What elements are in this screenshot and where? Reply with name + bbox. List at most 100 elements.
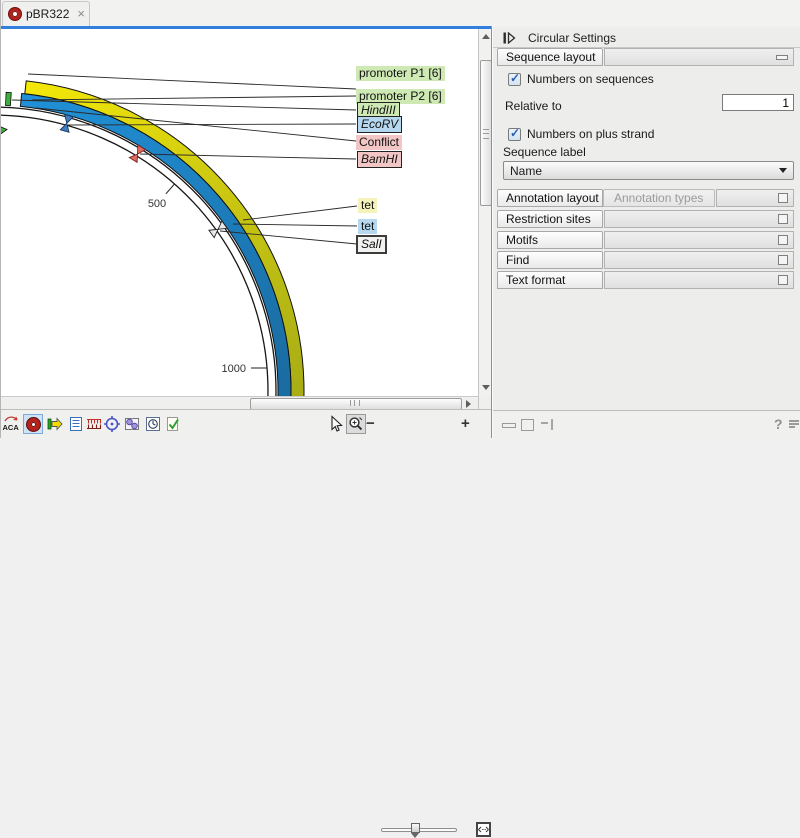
cursor-arrow-icon: [327, 415, 345, 433]
restriction-label-bamhi[interactable]: BamHI: [357, 151, 402, 168]
tab-close-icon[interactable]: ×: [77, 8, 85, 20]
pointer-tool-button[interactable]: [326, 414, 346, 434]
numbers-on-plus-strand-checkbox[interactable]: ✓: [508, 128, 521, 141]
numbers-on-sequences-checkbox[interactable]: ✓: [508, 73, 521, 86]
circular-view-button[interactable]: [23, 414, 43, 434]
dot-plot-icon: [123, 415, 141, 433]
sequence-label-dropdown[interactable]: Name: [503, 161, 794, 180]
magnifier-icon: [347, 415, 365, 433]
sequence-layout-header: Sequence layout: [497, 48, 794, 66]
expand-section-icon[interactable]: [778, 255, 788, 265]
scroll-down-button[interactable]: [481, 383, 490, 392]
expand-section-icon[interactable]: [778, 275, 788, 285]
sequence-label-value: Name: [510, 164, 779, 178]
restriction-sites-tab[interactable]: Restriction sites: [497, 210, 603, 228]
scroll-grip-icon: [350, 400, 360, 406]
restriction-map-button[interactable]: [84, 414, 104, 434]
circular-arrows-icon: [103, 415, 121, 433]
annotation-layout-tab[interactable]: Annotation layout: [497, 189, 603, 207]
tick-label-1000: 1000: [222, 363, 246, 375]
down-arrow-icon: [482, 385, 490, 390]
panel-menu-icon[interactable]: [789, 420, 799, 430]
annotation-table-button[interactable]: [45, 414, 65, 434]
text-format-tab[interactable]: Text format: [497, 271, 603, 289]
scrollbar-corner: [478, 396, 491, 409]
settings-panel: Circular Settings Sequence layout ✓ Numb…: [493, 28, 800, 410]
restore-panel-icon[interactable]: [521, 419, 534, 431]
expand-section-icon[interactable]: [778, 193, 788, 203]
circular-overview-button[interactable]: [102, 414, 122, 434]
annotation-label-tet-2[interactable]: tet: [358, 219, 377, 234]
tab-pbr322[interactable]: pBR322 ×: [2, 1, 90, 26]
scroll-up-button[interactable]: [481, 32, 490, 41]
annotation-label-promoter-p1[interactable]: promoter P1 [6]: [356, 66, 445, 81]
plasmid-icon: [9, 8, 21, 20]
settings-panel-header[interactable]: Circular Settings: [493, 28, 800, 48]
history-view-button[interactable]: [143, 414, 163, 434]
fit-width-button[interactable]: [476, 822, 491, 837]
view-toolbar: ACA: [0, 409, 491, 438]
right-arrow-icon: [466, 400, 471, 408]
collapse-section-icon[interactable]: [776, 55, 788, 60]
report-view-button[interactable]: [163, 414, 183, 434]
annotation-types-tab[interactable]: Annotation types: [603, 189, 715, 207]
expand-section-icon[interactable]: [778, 214, 788, 224]
tab-title: pBR322: [26, 7, 69, 21]
promoter-annotation-fragment[interactable]: [6, 92, 12, 106]
circular-view-canvas[interactable]: 500 1000 promoter P1 [6] promoter P2 [6]…: [0, 29, 478, 396]
dock-panel-icon[interactable]: [541, 419, 553, 430]
find-header: Find: [497, 251, 794, 269]
relative-to-label: Relative to: [505, 99, 562, 113]
checkmark-icon: ✓: [510, 126, 520, 140]
checkmark-icon: ✓: [510, 71, 520, 85]
restriction-label-sali[interactable]: SalI: [356, 235, 387, 254]
numbers-on-sequences-label: Numbers on sequences: [527, 72, 654, 86]
restriction-label-ecorv[interactable]: EcoRV: [357, 116, 402, 133]
sequence-layout-tab[interactable]: Sequence layout: [497, 48, 603, 66]
find-tab[interactable]: Find: [497, 251, 603, 269]
text-document-icon: [67, 415, 85, 433]
ecorv-site-marker[interactable]: [60, 114, 73, 132]
horizontal-scrollbar[interactable]: [0, 396, 478, 409]
motifs-header: Motifs: [497, 231, 794, 249]
sequence-layout-track: [604, 48, 794, 66]
sequence-view-button[interactable]: ACA: [1, 414, 21, 434]
motifs-tab[interactable]: Motifs: [497, 231, 603, 249]
restriction-comb-icon: [85, 415, 103, 433]
svg-text:ACA: ACA: [3, 423, 20, 432]
settings-panel-title: Circular Settings: [528, 31, 616, 45]
relative-to-input[interactable]: [722, 94, 794, 111]
annotation-track: [716, 189, 794, 207]
expand-section-icon[interactable]: [778, 235, 788, 245]
scroll-right-button[interactable]: [462, 399, 474, 408]
chevron-down-icon: [779, 168, 787, 173]
up-arrow-icon: [482, 34, 490, 39]
find-track: [604, 251, 794, 269]
promoter-arrow-marker[interactable]: [0, 127, 7, 135]
zoom-in-button[interactable]: +: [461, 418, 470, 430]
annotation-label-conflict[interactable]: Conflict: [356, 135, 402, 150]
restriction-sites-track: [604, 210, 794, 228]
annotation-label-tet-1[interactable]: tet: [358, 198, 377, 213]
circular-view-icon: [27, 418, 40, 431]
text-format-track: [604, 271, 794, 289]
zoom-out-button[interactable]: −: [366, 418, 375, 430]
tick-500: [166, 184, 175, 194]
scroll-grip-icon: [483, 129, 489, 139]
annotation-arrow-icon: [46, 415, 64, 433]
motifs-track: [604, 231, 794, 249]
zoom-tool-button[interactable]: [346, 414, 366, 434]
text-view-button[interactable]: [66, 414, 86, 434]
fit-width-icon: [478, 826, 489, 833]
minimize-panel-icon[interactable]: [502, 423, 516, 428]
sequence-label-caption: Sequence label: [503, 145, 586, 159]
help-button[interactable]: ?: [774, 416, 783, 432]
history-clock-icon: [144, 415, 162, 433]
zoom-slider-thumb[interactable]: [411, 823, 420, 833]
report-check-icon: [164, 415, 182, 433]
vertical-scrollbar[interactable]: [478, 29, 491, 396]
zoom-slider[interactable]: [381, 828, 457, 832]
dot-plot-button[interactable]: [122, 414, 142, 434]
sequence-text-icon: ACA: [2, 415, 20, 433]
restriction-sites-header: Restriction sites: [497, 210, 794, 228]
